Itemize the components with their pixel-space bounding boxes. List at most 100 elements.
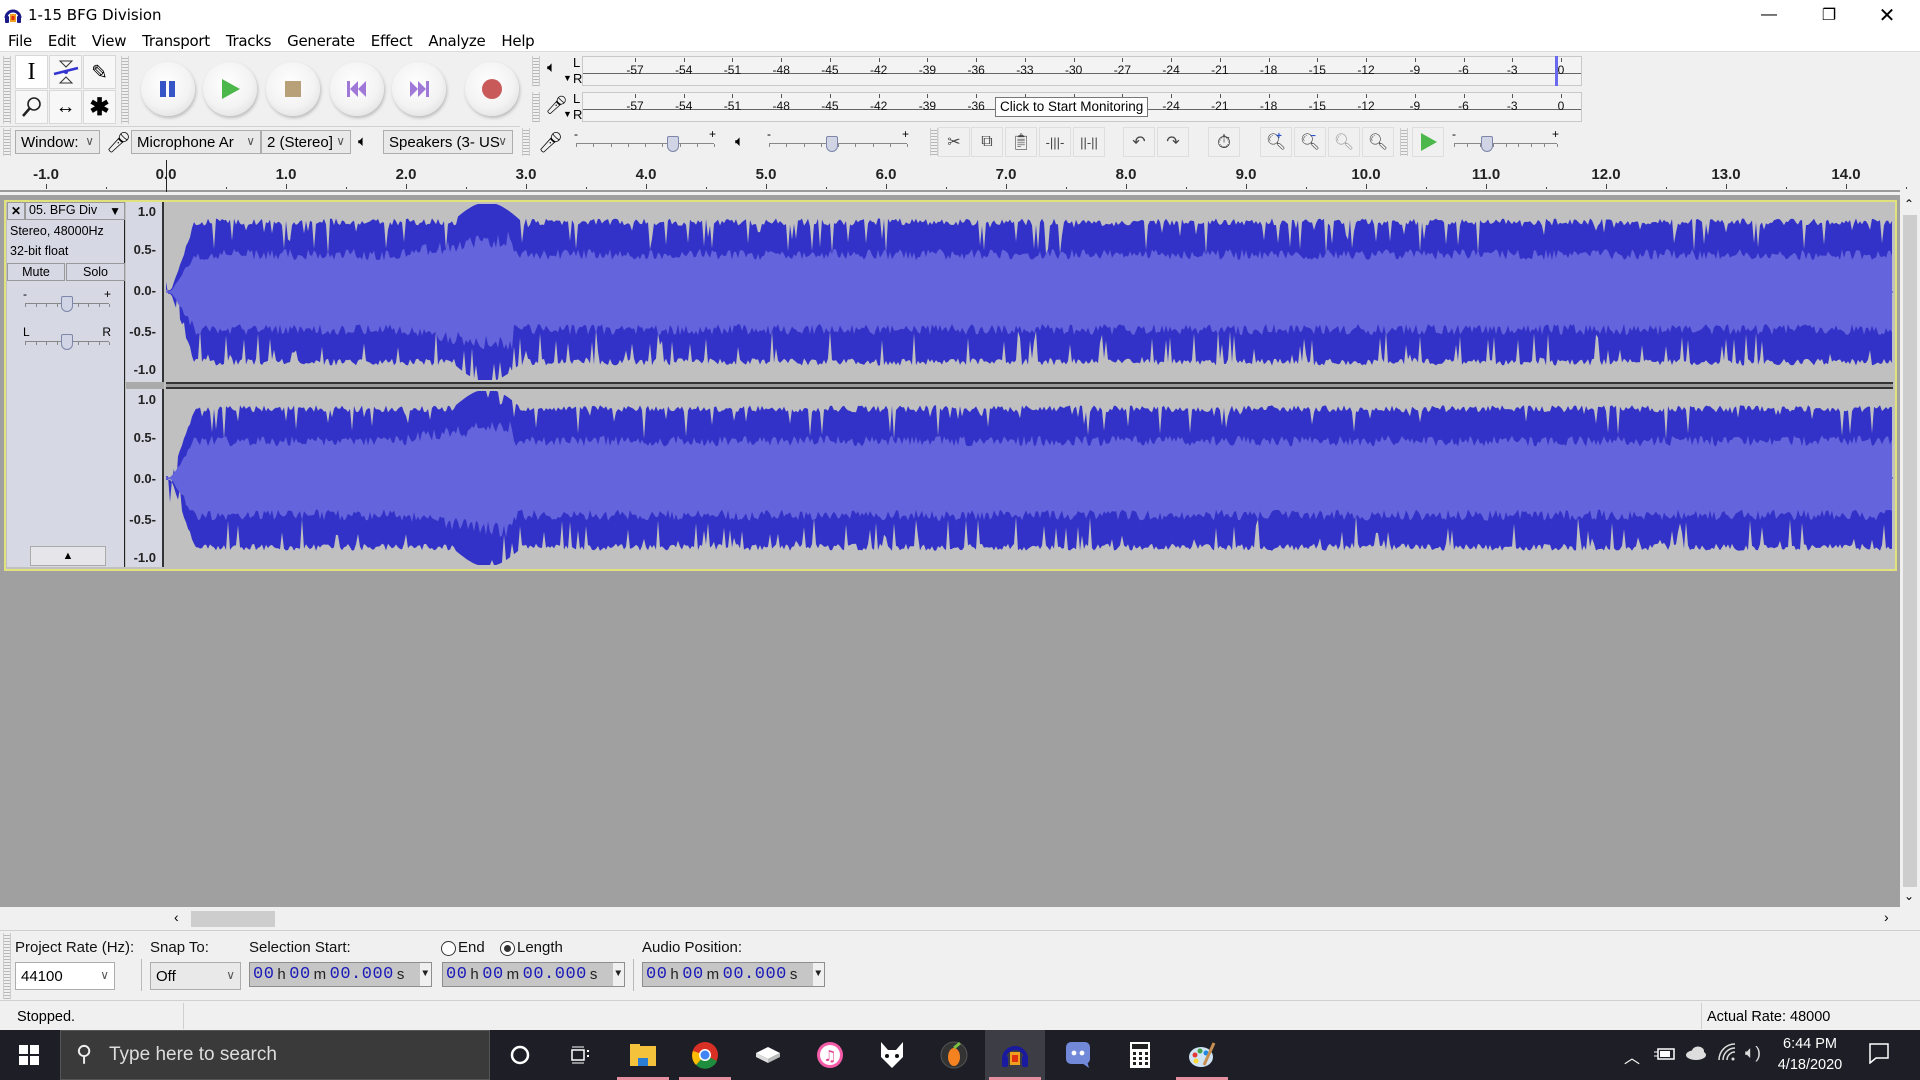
- taskbar-foobar[interactable]: [862, 1030, 922, 1080]
- slider-thumb[interactable]: [825, 136, 838, 152]
- taskbar-search-box[interactable]: ⚲ Type here to search: [60, 1030, 490, 1080]
- menu-effect[interactable]: Effect: [363, 32, 421, 50]
- waveform-right-channel[interactable]: [166, 389, 1893, 567]
- mute-button[interactable]: Mute: [7, 263, 65, 281]
- action-center-icon[interactable]: [1868, 1042, 1890, 1067]
- cut-button[interactable]: ✂: [938, 127, 970, 157]
- play-at-speed-grip[interactable]: [1400, 128, 1408, 156]
- slider-thumb[interactable]: [1481, 136, 1494, 152]
- track-pan-slider[interactable]: L R: [19, 325, 115, 352]
- monitoring-tooltip[interactable]: Click to Start Monitoring: [995, 97, 1149, 117]
- silence-button[interactable]: ||-||: [1073, 127, 1105, 157]
- envelope-tool[interactable]: [49, 55, 82, 89]
- sync-lock-button[interactable]: ⏱: [1208, 127, 1240, 157]
- menu-tracks[interactable]: Tracks: [218, 32, 279, 50]
- system-clock[interactable]: 6:44 PM 4/18/2020: [1770, 1034, 1850, 1076]
- volume-icon[interactable]: 🔈︎): [1745, 1043, 1761, 1063]
- track-name-menu[interactable]: 05. BFG Div ▼: [25, 202, 125, 220]
- menu-generate[interactable]: Generate: [279, 32, 363, 50]
- recording-device-select[interactable]: Microphone Ar ∨: [131, 130, 261, 154]
- scroll-down-icon[interactable]: ⌄: [1904, 889, 1914, 903]
- timeline-ruler[interactable]: -1.0 0.0 1.0 2.0 3.0 4.0 5.0 6.0 7.0 8.0 9.0 10.0 11…: [0, 160, 1907, 192]
- taskbar-paint[interactable]: [1172, 1030, 1232, 1080]
- track-gain-slider[interactable]: - +: [19, 287, 115, 314]
- playback-volume-slider[interactable]: - +: [763, 127, 913, 154]
- format-menu-icon[interactable]: ▼: [613, 963, 624, 986]
- menu-transport[interactable]: Transport: [134, 32, 218, 50]
- multi-tool[interactable]: ✱: [83, 90, 116, 124]
- length-radio-option[interactable]: Length: [500, 939, 563, 956]
- taskbar-file-explorer[interactable]: [613, 1030, 673, 1080]
- format-menu-icon[interactable]: ▼: [420, 963, 431, 986]
- scroll-left-icon[interactable]: ‹: [174, 909, 179, 925]
- undo-button[interactable]: ↶: [1123, 127, 1155, 157]
- horizontal-scrollbar[interactable]: ‹ ›: [0, 907, 1900, 929]
- battery-icon[interactable]: [1654, 1046, 1676, 1065]
- vertical-scrollbar[interactable]: ⌃ ⌄: [1900, 195, 1920, 907]
- stop-button[interactable]: [266, 62, 320, 116]
- selection-length-time[interactable]: 00 h 00 m 00.000 s ▼: [442, 962, 625, 987]
- menu-help[interactable]: Help: [493, 32, 542, 50]
- zoom-in-button[interactable]: 🔍︎ +: [1260, 127, 1292, 157]
- tools-toolbar-grip[interactable]: [3, 56, 11, 124]
- record-meter-button[interactable]: 🎤︎ L R ▼: [545, 91, 585, 122]
- playback-meter-button[interactable]: 🔈︎ L R ▼: [545, 55, 585, 86]
- minimize-button[interactable]: —: [1740, 0, 1798, 30]
- playback-device-select[interactable]: Speakers (3- US ∨: [383, 130, 513, 154]
- taskbar-chrome[interactable]: [675, 1030, 735, 1080]
- scroll-thumb[interactable]: [191, 911, 275, 927]
- selection-tool[interactable]: I: [15, 55, 48, 89]
- project-rate-select[interactable]: 44100 ∨: [15, 962, 115, 990]
- collapse-track-button[interactable]: ▲: [30, 546, 106, 566]
- slider-thumb[interactable]: [61, 296, 73, 312]
- format-menu-icon[interactable]: ▼: [813, 963, 824, 986]
- device-toolbar-grip[interactable]: [3, 128, 11, 156]
- zoom-out-button[interactable]: 🔍︎ −: [1294, 127, 1326, 157]
- mixer-toolbar-grip[interactable]: [522, 128, 530, 156]
- paste-button[interactable]: 📋︎: [1005, 127, 1037, 157]
- selection-start-time[interactable]: 00 h 00 m 00.000 s ▼: [249, 962, 432, 987]
- taskbar-cortana[interactable]: [490, 1030, 550, 1080]
- scroll-right-icon[interactable]: ›: [1884, 909, 1889, 925]
- recording-volume-slider[interactable]: - +: [570, 127, 720, 154]
- edit-toolbar-grip[interactable]: [930, 128, 938, 156]
- end-radio-option[interactable]: End: [441, 939, 485, 956]
- end-radio[interactable]: [441, 940, 456, 956]
- show-hidden-icons-button[interactable]: ︿: [1624, 1044, 1640, 1068]
- menu-view[interactable]: View: [84, 32, 134, 50]
- transport-toolbar-grip[interactable]: [121, 56, 129, 124]
- time-shift-tool[interactable]: ↔: [49, 90, 82, 124]
- skip-to-start-button[interactable]: [330, 62, 384, 116]
- selection-toolbar-grip[interactable]: [3, 933, 11, 999]
- snap-to-select[interactable]: Off ∨: [150, 962, 241, 990]
- record-button[interactable]: [465, 62, 519, 116]
- copy-button[interactable]: ⧉: [971, 127, 1003, 157]
- playback-speed-slider[interactable]: - +: [1448, 127, 1563, 154]
- pause-button[interactable]: [141, 62, 195, 116]
- scroll-thumb[interactable]: [1903, 215, 1917, 887]
- record-meter-grip[interactable]: [532, 92, 540, 122]
- taskbar-discord[interactable]: [1048, 1030, 1108, 1080]
- track-close-button[interactable]: ✕: [7, 202, 25, 220]
- menu-edit[interactable]: Edit: [40, 32, 84, 50]
- waveform-left-channel[interactable]: [166, 202, 1893, 382]
- draw-tool[interactable]: ✎: [83, 55, 116, 89]
- taskbar-itunes[interactable]: ♫: [800, 1030, 860, 1080]
- skip-to-end-button[interactable]: [392, 62, 446, 116]
- amplitude-ruler[interactable]: 1.0 0.5- 0.0- -0.5- -1.0 1.0 0.5- 0.0- -…: [126, 202, 164, 567]
- menu-file[interactable]: File: [0, 32, 40, 50]
- slider-thumb[interactable]: [61, 334, 73, 350]
- audio-position-time[interactable]: 00 h 00 m 00.000 s ▼: [642, 962, 825, 987]
- audio-host-select[interactable]: Window: ∨: [15, 130, 100, 154]
- taskbar-task-view[interactable]: [550, 1030, 610, 1080]
- play-button[interactable]: [203, 62, 257, 116]
- taskbar-storage-app[interactable]: [738, 1030, 798, 1080]
- solo-button[interactable]: Solo: [66, 263, 125, 281]
- play-at-speed-button[interactable]: [1412, 127, 1444, 157]
- slider-thumb[interactable]: [666, 136, 679, 152]
- recording-channels-select[interactable]: 2 (Stereo] ∨: [261, 130, 351, 154]
- fit-project-button[interactable]: 🔍︎: [1362, 127, 1394, 157]
- playback-meter[interactable]: -57 -54 -51 -48 -45 -42 -39 -36 -33 -30 -27 -24 -21-…: [582, 56, 1582, 86]
- fit-selection-button[interactable]: 🔍︎: [1328, 127, 1360, 157]
- taskbar-audacity[interactable]: [985, 1030, 1045, 1080]
